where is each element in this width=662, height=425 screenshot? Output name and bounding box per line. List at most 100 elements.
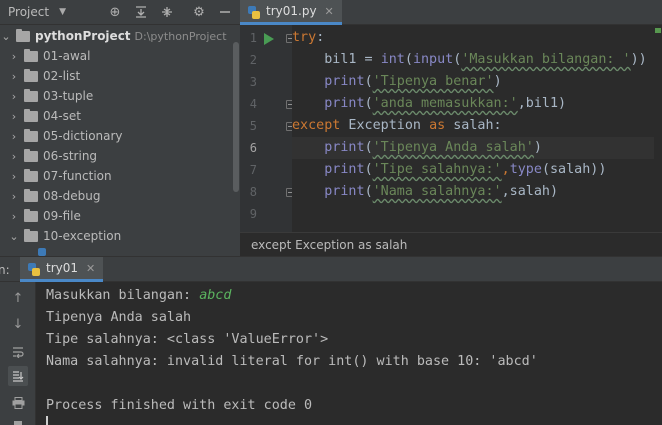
chevron-right-icon[interactable]: › [8,150,20,163]
code-line[interactable]: bil1 = int(input('Masukkan bilangan: ')) [292,49,654,71]
tree-item[interactable]: › 06-string [0,146,232,166]
builtin: int [380,52,405,67]
code-line-current[interactable]: print('Tipenya Anda salah') [292,137,654,159]
code-text: ( [364,96,373,111]
code-line[interactable]: print('anda memasukkan:',bil1) [292,93,654,115]
line-number: 6 [249,141,257,155]
chevron-right-icon[interactable]: › [8,170,20,183]
arrow-up-icon[interactable]: ↑ [8,288,28,308]
line-number: 1 [249,31,257,45]
editor-scrollbar[interactable] [654,25,662,232]
builtin: type [509,162,542,177]
run-console[interactable]: Masukkan bilangan: abcd Tipenya Anda sal… [36,282,662,425]
keyword: as [429,118,446,133]
project-toolbar: ⊕ ⚙ [106,3,234,21]
breadcrumb-item[interactable]: except Exception as salah [251,238,407,252]
gutter-line: 4 [240,93,295,115]
tree-item-path: D:\pythonProject [134,29,227,43]
tree-item[interactable]: › 04-set [0,106,232,126]
expand-all-icon[interactable] [132,3,150,21]
code-editor[interactable]: try: bil1 = int(input('Masukkan bilangan… [292,25,654,232]
folder-icon [24,228,38,242]
tree-item-label: 04-set [43,109,81,123]
folder-icon [24,208,38,222]
tree-item-partial [0,246,232,256]
tab-label: try01 [46,261,79,275]
editor-tab-bar: try01.py ✕ [240,0,662,25]
code-line[interactable] [292,203,654,225]
python-file-icon [248,6,260,19]
tree-item-label: 01-awal [43,49,91,63]
scroll-to-end-icon[interactable] [8,366,28,386]
tab-run-try01[interactable]: try01 ✕ [20,257,104,282]
builtin: print [324,140,365,155]
tree-item[interactable]: › 09-file [0,206,232,226]
scrollbar-thumb[interactable] [233,42,239,192]
gutter-line: 8 [240,181,295,203]
gutter-line: 9 [240,203,292,225]
tab-try01-py[interactable]: try01.py ✕ [240,0,342,25]
code-text: : [316,30,325,45]
console-text: Masukkan bilangan: [46,288,200,303]
tree-item[interactable]: › 05-dictionary [0,126,232,146]
crosshair-icon[interactable]: ⊕ [106,3,124,21]
close-icon[interactable]: ✕ [325,5,334,18]
string-literal: 'Tipe salahnya:' [372,162,502,177]
project-panel-title[interactable]: Project [8,5,49,19]
keyword: try [292,30,317,45]
tree-item[interactable]: › 03-tuple [0,86,232,106]
tree-item[interactable]: ⌄ 10-exception [0,226,232,246]
gutter-line: 2 [240,49,292,71]
string-literal: 'anda memasukkan:' [372,96,518,111]
project-scrollbar[interactable] [232,26,240,256]
chevron-right-icon[interactable]: › [8,70,20,83]
tree-item-root[interactable]: ⌄ pythonProject D:\pythonProject [0,26,232,46]
editor-gutter: 1 2 3 4 5 6 7 8 9 [240,25,295,232]
tree-item[interactable]: › 08-debug [0,186,232,206]
tree-item-label: 05-dictionary [43,129,123,143]
project-panel: Project ▼ ⊕ ⚙ ⌄ pythonProject D:\pythonP… [0,0,240,256]
chevron-right-icon[interactable]: › [8,210,20,223]
code-line[interactable]: except Exception as salah: [292,115,654,137]
code-line[interactable]: try: [292,27,654,49]
print-icon[interactable] [8,393,28,413]
chevron-down-icon[interactable]: ⌄ [8,230,20,243]
chevron-down-icon[interactable]: ⌄ [0,30,12,43]
gear-icon[interactable]: ⚙ [190,3,208,21]
delete-icon[interactable] [8,416,28,425]
chevron-right-icon[interactable]: › [8,190,20,203]
tree-item-label: 07-function [43,169,112,183]
code-line[interactable]: print('Nama salahnya:',salah) [292,181,654,203]
collapse-all-icon[interactable] [158,3,176,21]
inspection-ok-icon[interactable] [655,28,661,33]
breadcrumb[interactable]: except Exception as salah [240,232,662,256]
soft-wrap-icon[interactable] [8,342,28,362]
gutter-line: 3 [240,71,292,93]
tree-item[interactable]: › 07-function [0,166,232,186]
folder-icon [24,168,38,182]
code-line[interactable]: print('Tipe salahnya:',type(salah)) [292,159,654,181]
code-text: ( [404,52,413,67]
code-text: ,bil1) [517,96,567,111]
chevron-right-icon[interactable]: › [8,50,20,63]
arrow-down-icon[interactable]: ↓ [8,314,28,334]
code-text: (salah)) [541,162,607,177]
run-icon[interactable] [264,33,274,45]
close-icon[interactable]: ✕ [86,262,95,275]
folder-icon [16,28,30,42]
chevron-right-icon[interactable]: › [8,90,20,103]
chevron-right-icon[interactable]: › [8,130,20,143]
chevron-right-icon[interactable]: › [8,110,20,123]
console-line: Masukkan bilangan: abcd [46,285,231,307]
code-text: , [501,162,510,177]
tree-item[interactable]: › 01-awal [0,46,232,66]
code-line[interactable]: print('Tipenya benar') [292,71,654,93]
tree-item[interactable]: › 02-list [0,66,232,86]
code-text: salah: [445,118,502,133]
console-user-input: abcd [199,288,232,303]
line-number: 5 [249,119,257,133]
minimize-icon[interactable] [216,3,234,21]
tree-item-label: pythonProject [35,29,131,43]
string-literal: 'Masukkan bilangan: ' [461,52,631,67]
chevron-down-icon[interactable]: ▼ [59,7,66,17]
